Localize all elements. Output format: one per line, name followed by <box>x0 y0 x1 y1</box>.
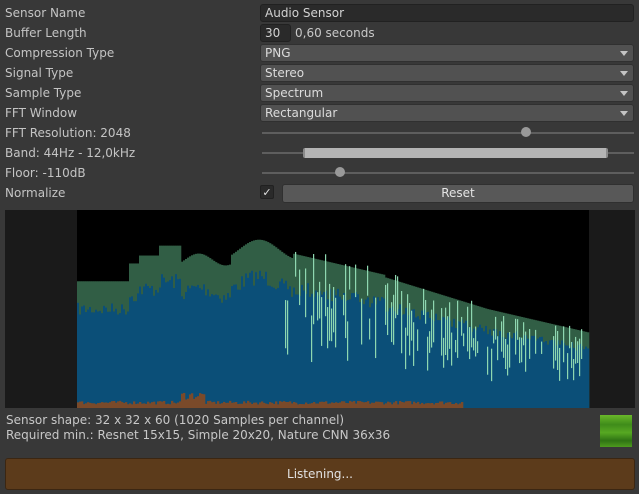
sensor-name-input[interactable]: Audio Sensor <box>260 4 634 22</box>
sample-type-value: Spectrum <box>265 86 324 100</box>
chevron-down-icon <box>620 91 628 96</box>
band-label: Band: 44Hz - 12,0kHz <box>5 146 136 160</box>
listening-button[interactable]: Listening... <box>5 458 635 490</box>
row-signal-type: Signal Type Stereo <box>0 63 639 83</box>
buffer-length-seconds: 0,60 seconds <box>295 26 375 40</box>
row-sample-type: Sample Type Spectrum <box>0 83 639 103</box>
normalize-checkbox[interactable]: ✓ <box>260 185 274 199</box>
floor-slider-track[interactable] <box>262 172 634 174</box>
buffer-length-input[interactable]: 30 <box>260 24 291 42</box>
signal-type-value: Stereo <box>265 66 305 80</box>
row-fft-window: FFT Window Rectangular <box>0 103 639 123</box>
compression-type-dropdown[interactable]: PNG <box>260 44 634 62</box>
signal-type-dropdown[interactable]: Stereo <box>260 64 634 82</box>
spectrum-svg <box>77 210 590 408</box>
required-min-text: Required min.: Resnet 15x15, Simple 20x2… <box>6 428 391 442</box>
sensor-shape-text: Sensor shape: 32 x 32 x 60 (1020 Samples… <box>6 413 345 427</box>
chevron-down-icon <box>620 51 628 56</box>
row-sensor-name: Sensor Name Audio Sensor <box>0 3 639 23</box>
spectrogram-thumbnail-icon <box>600 415 632 447</box>
buffer-length-label: Buffer Length <box>5 26 87 40</box>
fft-window-label: FFT Window <box>5 106 78 120</box>
fft-resolution-label: FFT Resolution: 2048 <box>5 126 131 140</box>
compression-type-label: Compression Type <box>5 46 115 60</box>
reset-button[interactable]: Reset <box>282 184 634 203</box>
spectrum-visualization <box>5 210 635 408</box>
fft-resolution-slider-track[interactable] <box>262 132 634 134</box>
row-normalize: Normalize ✓ Reset <box>0 183 639 203</box>
row-compression-type: Compression Type PNG <box>0 43 639 63</box>
chevron-down-icon <box>620 111 628 116</box>
sensor-name-label: Sensor Name <box>5 6 86 20</box>
signal-type-label: Signal Type <box>5 66 74 80</box>
row-buffer-length: Buffer Length 30 0,60 seconds <box>0 23 639 43</box>
fft-resolution-slider-handle[interactable] <box>521 127 532 137</box>
floor-label: Floor: -110dB <box>5 166 86 180</box>
fft-window-value: Rectangular <box>265 106 338 120</box>
compression-type-value: PNG <box>265 46 291 60</box>
chevron-down-icon <box>620 71 628 76</box>
floor-slider-handle[interactable] <box>335 167 346 177</box>
sample-type-label: Sample Type <box>5 86 82 100</box>
row-band: Band: 44Hz - 12,0kHz <box>0 143 639 163</box>
normalize-label: Normalize <box>5 186 66 200</box>
band-range-slider[interactable] <box>302 148 608 158</box>
row-fft-resolution: FFT Resolution: 2048 <box>0 123 639 143</box>
fft-window-dropdown[interactable]: Rectangular <box>260 104 634 122</box>
sample-type-dropdown[interactable]: Spectrum <box>260 84 634 102</box>
row-floor: Floor: -110dB <box>0 163 639 183</box>
